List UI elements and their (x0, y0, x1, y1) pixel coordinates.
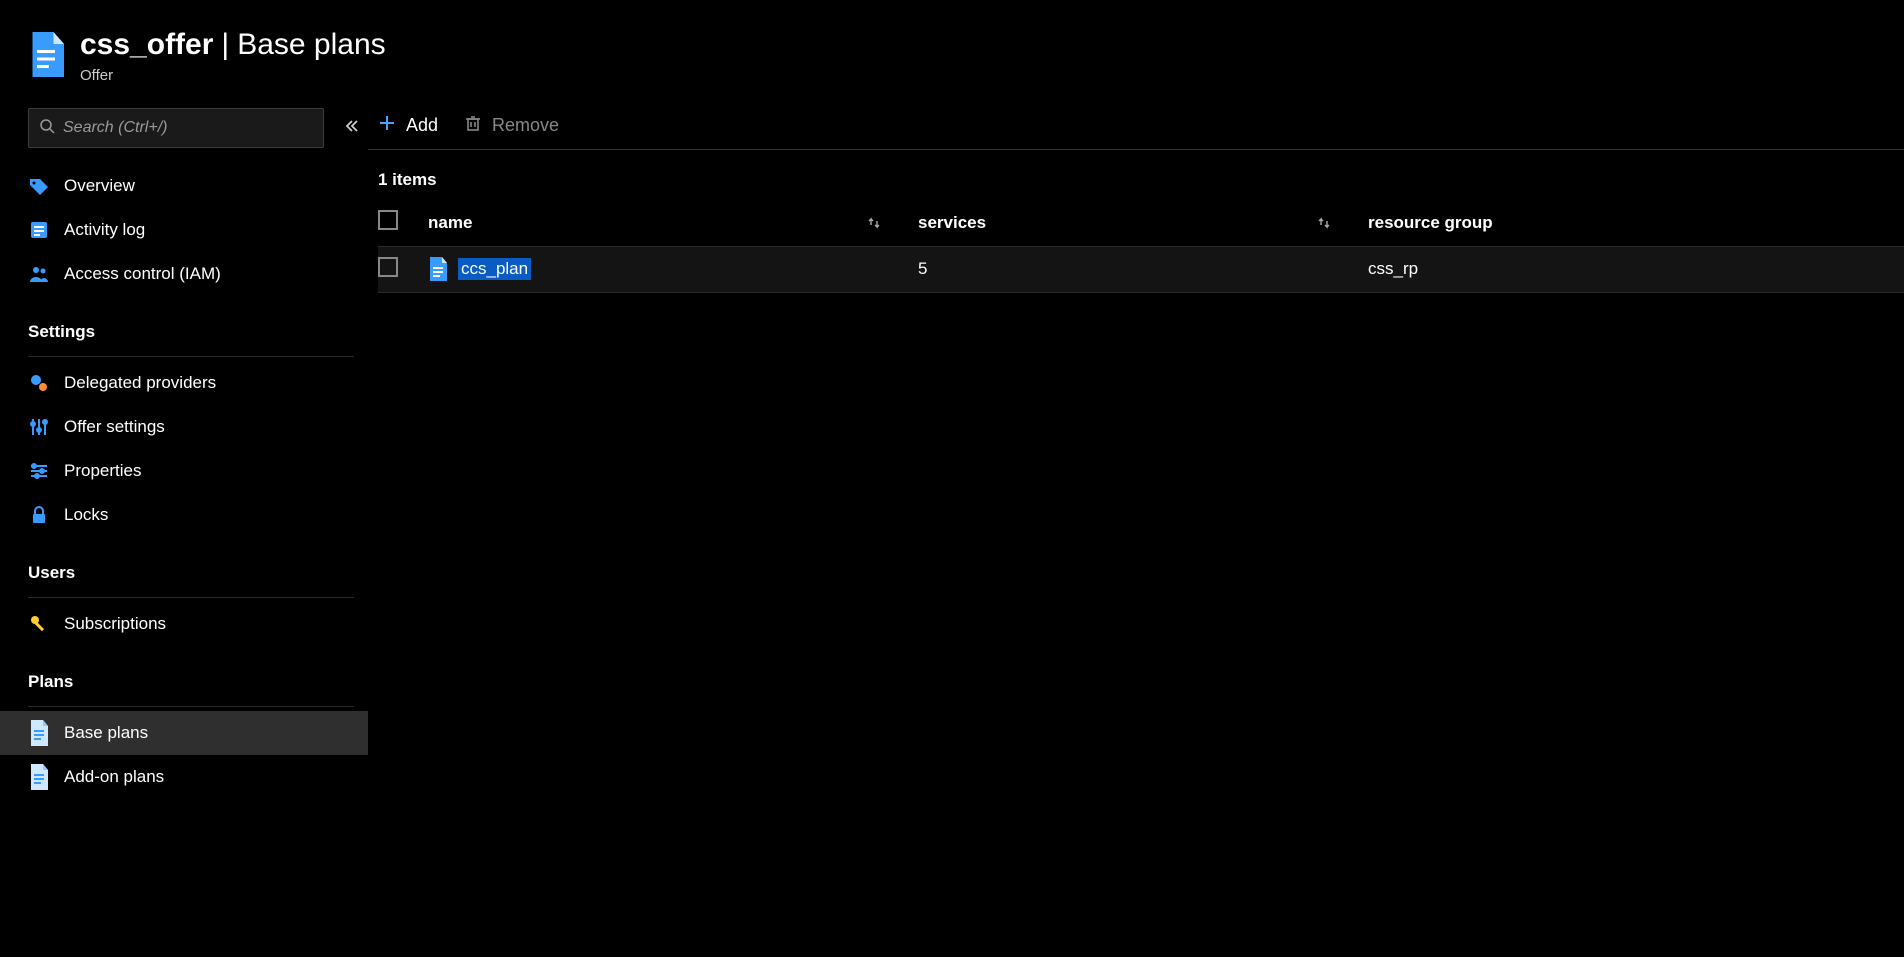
row-select-checkbox[interactable] (378, 257, 398, 277)
lock-icon (28, 504, 50, 526)
sidebar: Overview Activity log Access control (IA… (0, 102, 368, 957)
search-input[interactable] (63, 119, 313, 137)
resource-type-label: Offer (80, 67, 386, 84)
key-icon (28, 613, 50, 635)
divider (28, 706, 354, 707)
table-row[interactable]: ccs_plan 5 css_rp (378, 246, 1904, 292)
plan-name-link[interactable]: ccs_plan (458, 258, 531, 280)
row-services-value: 5 (918, 246, 1368, 292)
item-count-label: 1 items (378, 170, 1904, 190)
document-icon (28, 766, 50, 788)
main-content: Add Remove 1 items (368, 102, 1904, 957)
activity-log-icon (28, 219, 50, 241)
column-header-resource-group[interactable]: resource group (1368, 200, 1904, 246)
people-icon (28, 263, 50, 285)
sidebar-item-label: Properties (64, 461, 141, 481)
table-header-row: name services (378, 200, 1904, 246)
sidebar-item-overview[interactable]: Overview (0, 164, 368, 208)
sidebar-item-properties[interactable]: Properties (0, 449, 368, 493)
page-name: Base plans (237, 28, 385, 61)
sidebar-item-label: Subscriptions (64, 614, 166, 634)
column-header-name[interactable]: name (428, 200, 918, 246)
search-icon (39, 118, 55, 139)
add-button-label: Add (406, 115, 438, 136)
sidebar-search[interactable] (28, 108, 324, 148)
sidebar-item-label: Access control (IAM) (64, 264, 221, 284)
remove-button-label: Remove (492, 115, 559, 136)
sidebar-section-plans: Plans (0, 658, 368, 698)
divider (28, 356, 354, 357)
add-button[interactable]: Add (378, 114, 438, 137)
sidebar-item-addon-plans[interactable]: Add-on plans (0, 755, 368, 799)
offer-resource-icon (28, 32, 64, 78)
collapse-sidebar-button[interactable] (338, 114, 366, 142)
resource-name: css_offer (80, 28, 213, 61)
toolbar: Add Remove (368, 102, 1904, 150)
plan-icon (428, 257, 448, 281)
sidebar-item-label: Activity log (64, 220, 145, 240)
select-all-checkbox[interactable] (378, 210, 398, 230)
sidebar-item-locks[interactable]: Locks (0, 493, 368, 537)
providers-icon (28, 372, 50, 394)
page-header: css_offer | Base plans Offer (0, 0, 1904, 102)
column-header-services[interactable]: services (918, 200, 1368, 246)
chevron-double-left-icon (344, 118, 360, 139)
sidebar-item-activity-log[interactable]: Activity log (0, 208, 368, 252)
properties-icon (28, 460, 50, 482)
document-icon (28, 722, 50, 744)
sidebar-item-label: Locks (64, 505, 108, 525)
sidebar-item-offer-settings[interactable]: Offer settings (0, 405, 368, 449)
sidebar-item-delegated-providers[interactable]: Delegated providers (0, 361, 368, 405)
trash-icon (464, 114, 482, 137)
divider (28, 597, 354, 598)
row-resource-group-value: css_rp (1368, 246, 1904, 292)
sliders-icon (28, 416, 50, 438)
sidebar-section-users: Users (0, 549, 368, 589)
remove-button[interactable]: Remove (464, 114, 559, 137)
sidebar-item-label: Base plans (64, 723, 148, 743)
sidebar-section-settings: Settings (0, 308, 368, 348)
sidebar-item-subscriptions[interactable]: Subscriptions (0, 602, 368, 646)
plans-table: name services (378, 200, 1904, 293)
sidebar-item-label: Offer settings (64, 417, 165, 437)
sidebar-item-access-control[interactable]: Access control (IAM) (0, 252, 368, 296)
sidebar-item-base-plans[interactable]: Base plans (0, 711, 368, 755)
sort-icon (1316, 215, 1332, 231)
page-title: css_offer | Base plans (80, 28, 386, 61)
sidebar-item-label: Add-on plans (64, 767, 164, 787)
tag-icon (28, 175, 50, 197)
sort-icon (866, 215, 882, 231)
sidebar-item-label: Overview (64, 176, 135, 196)
plus-icon (378, 114, 396, 137)
sidebar-item-label: Delegated providers (64, 373, 216, 393)
